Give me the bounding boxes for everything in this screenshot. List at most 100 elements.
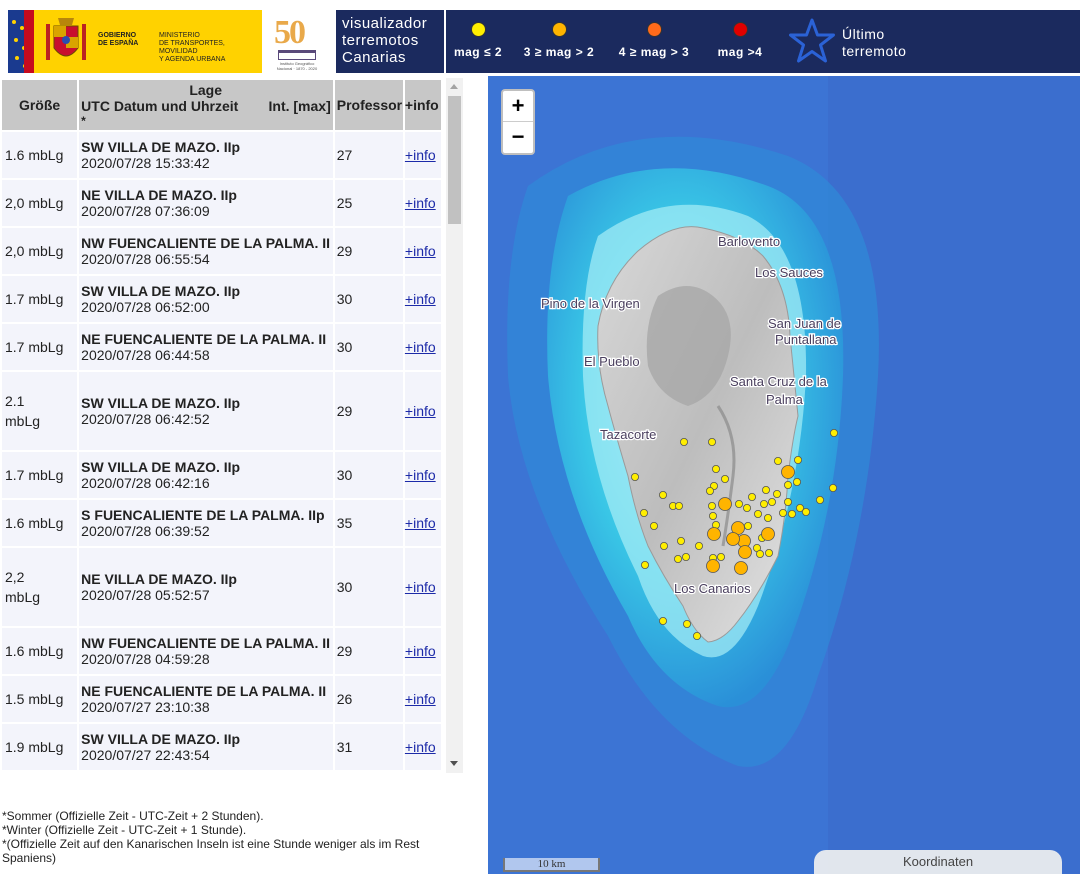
quake-marker-small[interactable] [658, 617, 667, 626]
quake-marker-medium[interactable] [738, 545, 752, 559]
info-link[interactable]: +info [405, 467, 436, 483]
quake-marker-small[interactable] [828, 483, 837, 492]
info-link[interactable]: +info [405, 691, 436, 707]
info-link[interactable]: +info [405, 339, 436, 355]
col-header-size[interactable]: Größe [2, 80, 78, 130]
table-row[interactable]: 1.7 mbLg NE FUENCALIENTE DE LA PALMA. II 2… [2, 324, 441, 370]
quake-marker-small[interactable] [707, 501, 716, 510]
quake-marker-small[interactable] [793, 455, 802, 464]
col-header-depth[interactable]: Professor [334, 80, 403, 130]
quake-marker-small[interactable] [649, 521, 658, 530]
eu-spain-flag-icon [8, 10, 34, 73]
info-link[interactable]: +info [405, 291, 436, 307]
info-link[interactable]: +info [405, 579, 436, 595]
quake-marker-small[interactable] [659, 541, 668, 550]
quake-marker-small[interactable] [755, 549, 764, 558]
info-cell: +info [404, 180, 441, 226]
scroll-up-arrow-icon[interactable] [450, 84, 458, 89]
quake-marker-small[interactable] [692, 632, 701, 641]
map-view[interactable]: Barlovento Los Sauces Pino de la Virgen San… [488, 76, 1080, 874]
quake-marker-medium[interactable] [718, 497, 732, 511]
quake-marker-small[interactable] [676, 536, 685, 545]
quake-marker-small[interactable] [763, 513, 772, 522]
quake-marker-small[interactable] [761, 485, 770, 494]
quake-marker-small[interactable] [787, 509, 796, 518]
quake-marker-small[interactable] [682, 620, 691, 629]
table-row[interactable]: 2,0 mbLg NE VILLA DE MAZO. IIp 2020/07/28 … [2, 180, 441, 226]
datetime: 2020/07/28 05:52:57 [81, 587, 210, 603]
quake-marker-small[interactable] [681, 552, 690, 561]
table-row[interactable]: 2,0 mbLg NW FUENCALIENTE DE LA PALMA. II 2… [2, 228, 441, 274]
quake-marker-small[interactable] [743, 521, 752, 530]
quake-marker-small[interactable] [747, 492, 756, 501]
depth-cell: 27 [334, 132, 403, 178]
quake-marker-small[interactable] [759, 499, 768, 508]
quake-marker-small[interactable] [829, 428, 838, 437]
coordinates-button[interactable]: Koordinaten [814, 850, 1062, 874]
table-row[interactable]: 1.6 mbLg SW VILLA DE MAZO. IIp 2020/07/28 … [2, 132, 441, 178]
info-link[interactable]: +info [405, 643, 436, 659]
col-header-location[interactable]: Lage UTC Datum und Uhrzeit Int. [max] * [79, 80, 333, 130]
quake-marker-small[interactable] [764, 548, 773, 557]
scroll-down-arrow-icon[interactable] [450, 761, 458, 766]
quake-marker-small[interactable] [705, 486, 714, 495]
quake-marker-small[interactable] [772, 489, 781, 498]
quake-marker-small[interactable] [708, 511, 717, 520]
quake-marker-small[interactable] [640, 560, 649, 569]
last-quake-button[interactable]: Último terremoto [842, 26, 906, 60]
table-row[interactable]: 1.7 mbLg SW VILLA DE MAZO. IIp 2020/07/28 … [2, 452, 441, 498]
quake-marker-small[interactable] [792, 477, 801, 486]
quake-marker-small[interactable] [707, 437, 716, 446]
quake-marker-small[interactable] [783, 497, 792, 506]
quake-marker-medium[interactable] [734, 561, 748, 575]
quake-marker-small[interactable] [783, 480, 792, 489]
quake-marker-small[interactable] [673, 554, 682, 563]
info-link[interactable]: +info [405, 243, 436, 259]
quake-marker-small[interactable] [734, 499, 743, 508]
quake-marker-small[interactable] [773, 456, 782, 465]
legend-dot-icon [646, 22, 662, 37]
location-cell: NW FUENCALIENTE DE LA PALMA. II 2020/07/2… [79, 228, 333, 274]
quake-marker-small[interactable] [815, 495, 824, 504]
zoom-out-button[interactable]: − [503, 122, 533, 153]
table-row[interactable]: 1.6 mbLg NW FUENCALIENTE DE LA PALMA. II 2… [2, 628, 441, 674]
quake-marker-small[interactable] [778, 508, 787, 517]
datetime: 2020/07/27 22:43:54 [81, 747, 210, 763]
quake-marker-small[interactable] [742, 503, 751, 512]
quake-marker-small[interactable] [658, 490, 667, 499]
quake-marker-small[interactable] [720, 474, 729, 483]
info-link[interactable]: +info [405, 147, 436, 163]
info-link[interactable]: +info [405, 515, 436, 531]
table-row[interactable]: 2.1 mbLg SW VILLA DE MAZO. IIp 2020/07/28 … [2, 372, 441, 450]
table-row[interactable]: 1.9 mbLg SW VILLA DE MAZO. IIp 2020/07/27 … [2, 724, 441, 770]
quake-marker-small[interactable] [630, 472, 639, 481]
quake-marker-medium[interactable] [761, 527, 775, 541]
table-row[interactable]: 2,2 mbLg NE VILLA DE MAZO. IIp 2020/07/28 … [2, 548, 441, 626]
quake-marker-medium[interactable] [707, 527, 721, 541]
quake-marker-small[interactable] [716, 552, 725, 561]
star-icon[interactable] [789, 18, 835, 64]
depth-cell: 30 [334, 324, 403, 370]
table-row[interactable]: 1.6 mbLg S FUENCALIENTE DE LA PALMA. IIp 2… [2, 500, 441, 546]
quake-marker-medium[interactable] [706, 559, 720, 573]
quake-marker-small[interactable] [679, 437, 688, 446]
quake-marker-small[interactable] [674, 501, 683, 510]
quake-marker-medium[interactable] [726, 532, 740, 546]
zoom-in-button[interactable]: + [503, 91, 533, 122]
table-row[interactable]: 1.7 mbLg SW VILLA DE MAZO. IIp 2020/07/28 … [2, 276, 441, 322]
quake-marker-small[interactable] [767, 497, 776, 506]
scroll-thumb[interactable] [448, 96, 461, 224]
quake-marker-small[interactable] [639, 508, 648, 517]
map-canvas[interactable]: Barlovento Los Sauces Pino de la Virgen San… [488, 76, 1080, 874]
quake-marker-medium[interactable] [781, 465, 795, 479]
quake-marker-small[interactable] [801, 507, 810, 516]
info-link[interactable]: +info [405, 403, 436, 419]
quake-marker-small[interactable] [711, 464, 720, 473]
earthquake-list-panel[interactable]: Größe Lage UTC Datum und Uhrzeit Int. [m… [0, 78, 463, 773]
info-link[interactable]: +info [405, 195, 436, 211]
quake-marker-small[interactable] [753, 509, 762, 518]
info-link[interactable]: +info [405, 739, 436, 755]
quake-marker-small[interactable] [694, 541, 703, 550]
list-scrollbar[interactable] [446, 78, 463, 773]
table-row[interactable]: 1.5 mbLg NE FUENCALIENTE DE LA PALMA. II 2… [2, 676, 441, 722]
